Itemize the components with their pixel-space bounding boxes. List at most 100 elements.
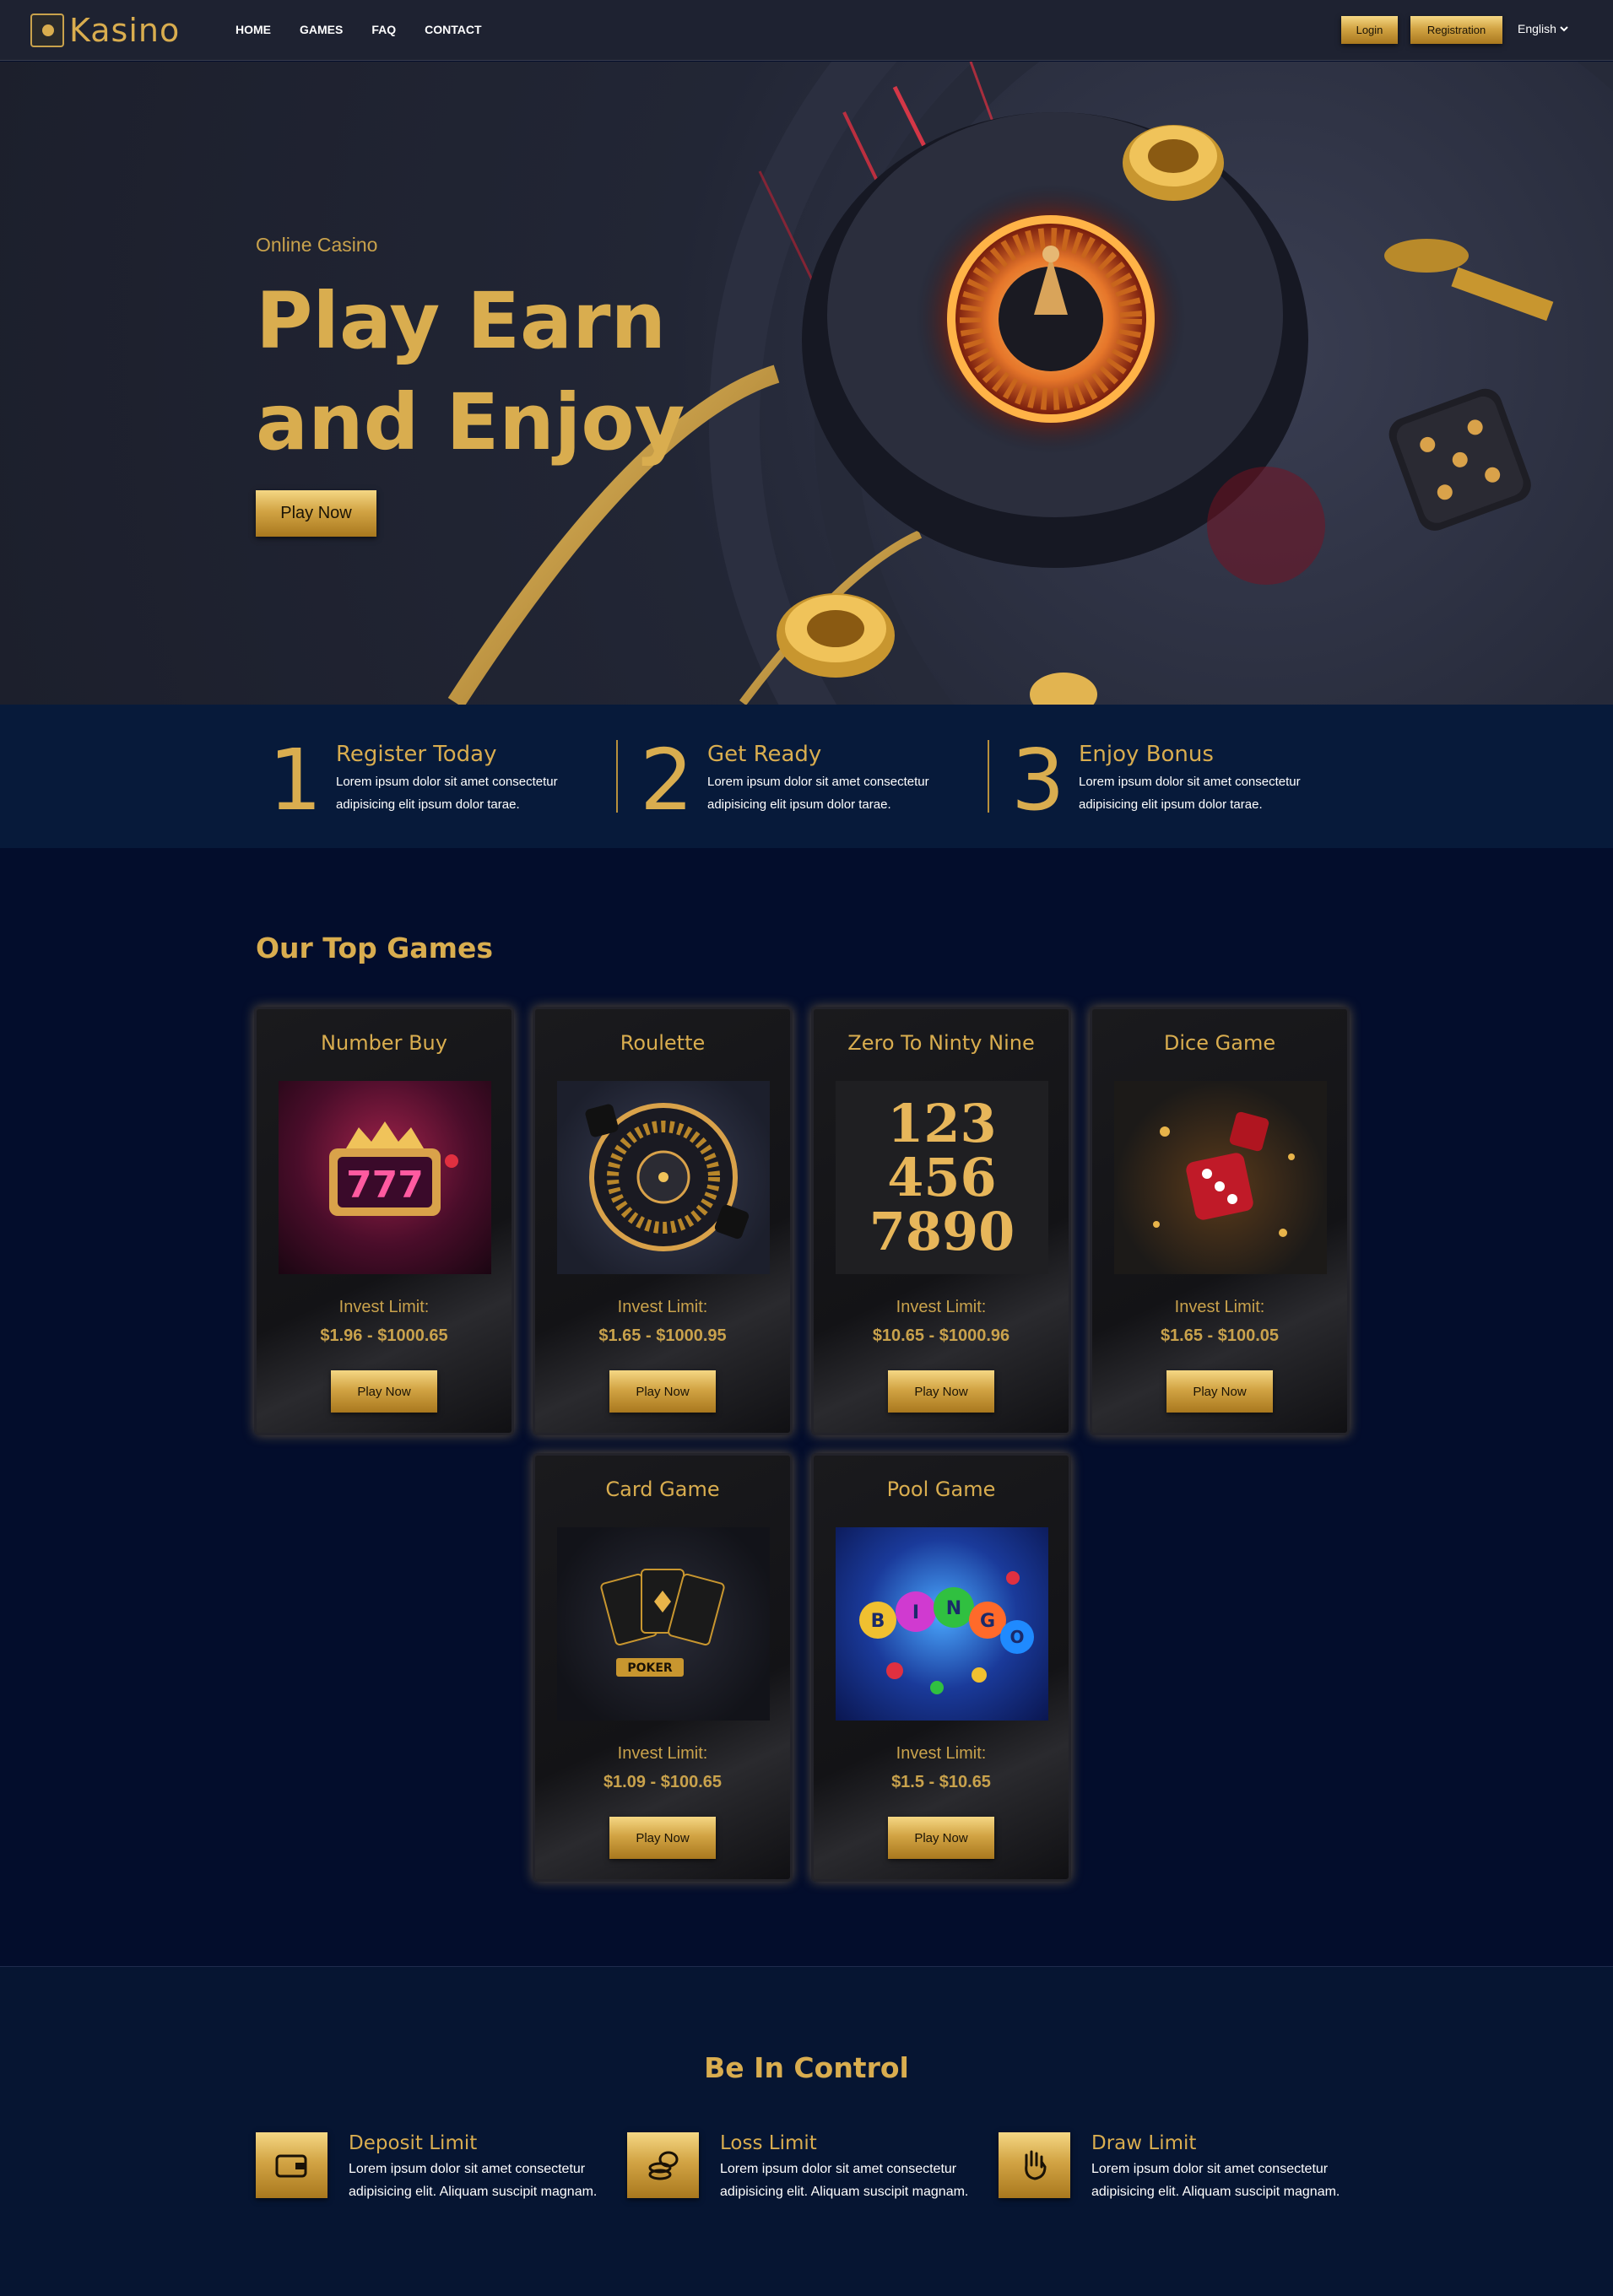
control-title: Draw Limit xyxy=(1091,2132,1197,2154)
game-card-pool-game: Pool Game B I N G O Invest Limit: $1.5 -… xyxy=(811,1453,1071,1882)
invest-label: Invest Limit: xyxy=(338,1298,430,1316)
step-number: 3 xyxy=(1011,731,1065,829)
logo-text: Kasino xyxy=(69,12,181,49)
invest-limit-value: $1.5 - $10.65 xyxy=(891,1773,991,1791)
game-title: Zero To Ninty Nine xyxy=(847,1031,1035,1055)
menu-item-home[interactable]: HOME xyxy=(235,23,271,36)
dice-icon xyxy=(1153,1111,1295,1237)
language-label: English xyxy=(1518,22,1556,35)
play-now-button[interactable]: Play Now xyxy=(888,1370,994,1413)
game-title: Card Game xyxy=(605,1478,720,1501)
invest-label: Invest Limit: xyxy=(896,1744,987,1763)
coins-icon xyxy=(627,2132,699,2198)
step-title: Register Today xyxy=(336,742,497,767)
game-card-card-game: Card Game POKER Invest Limit: $1.09 - $1… xyxy=(533,1453,793,1882)
main-menu: HOME GAMES FAQ CONTACT xyxy=(235,23,482,36)
slot-text: 777 xyxy=(346,1164,424,1207)
step-title: Get Ready xyxy=(707,742,822,767)
hero-subtitle: Online Casino xyxy=(256,234,378,256)
dice-logo-icon xyxy=(30,14,64,47)
be-in-control-section: Be In Control Deposit Limit Lorem ipsum … xyxy=(0,1967,1613,2296)
bingo-balls-icon: B I N G O xyxy=(859,1571,1034,1694)
numbers-row: 456 xyxy=(887,1146,997,1208)
be-in-control-heading: Be In Control xyxy=(704,2051,909,2084)
wallet-icon xyxy=(256,2132,327,2198)
game-card-roulette: Roulette Invest Limit: $1.65 - $1000.95 … xyxy=(533,1007,793,1435)
bingo-letter: G xyxy=(980,1611,995,1632)
numbers-image: 123 456 7890 xyxy=(836,1081,1048,1274)
numbers-row: 7890 xyxy=(869,1200,1015,1262)
slot-machine-image: 777 xyxy=(279,1081,491,1274)
slot-machine-icon: 777 xyxy=(329,1121,458,1216)
invest-label: Invest Limit: xyxy=(1174,1298,1265,1316)
menu-item-contact[interactable]: CONTACT xyxy=(425,23,481,36)
control-item-loss: Loss Limit Lorem ipsum dolor sit amet co… xyxy=(627,2132,999,2203)
bingo-letter: B xyxy=(871,1611,885,1632)
play-now-button[interactable]: Play Now xyxy=(1166,1370,1273,1413)
roulette-illustration xyxy=(447,62,1613,705)
game-card-zero-to-ninty-nine: Zero To Ninty Nine 123 456 7890 Invest L… xyxy=(811,1007,1071,1435)
hero-play-now-button[interactable]: Play Now xyxy=(256,490,376,537)
bingo-image: B I N G O xyxy=(836,1527,1048,1721)
step-number: 2 xyxy=(640,731,694,829)
poker-text: POKER xyxy=(627,1661,673,1675)
invest-limit-value: $10.65 - $1000.96 xyxy=(872,1326,1010,1345)
play-now-button[interactable]: Play Now xyxy=(888,1817,994,1859)
control-title: Deposit Limit xyxy=(349,2132,478,2154)
logo[interactable]: Kasino xyxy=(30,12,180,49)
game-card-dice-game: Dice Game Invest Limit: $1.65 - $100.05 … xyxy=(1090,1007,1350,1435)
step-1: 1 Register Today Lorem ipsum dolor sit a… xyxy=(268,738,589,823)
step-desc: Lorem ipsum dolor sit amet consectetur a… xyxy=(336,775,558,812)
control-desc: Lorem ipsum dolor sit amet consectetur a… xyxy=(1091,2162,1340,2199)
numbers-row: 123 xyxy=(887,1092,997,1154)
invest-limit-value: $1.65 - $100.05 xyxy=(1160,1326,1280,1345)
game-card-number-buy: Number Buy 777 Invest Limit: $1.96 - $10… xyxy=(254,1007,514,1435)
play-now-button[interactable]: Play Now xyxy=(609,1817,716,1859)
step-title: Enjoy Bonus xyxy=(1079,742,1214,767)
steps-section: 1 Register Today Lorem ipsum dolor sit a… xyxy=(0,705,1613,848)
play-now-button[interactable]: Play Now xyxy=(331,1370,437,1413)
login-button[interactable]: Login xyxy=(1341,16,1398,44)
dice-image xyxy=(1114,1081,1327,1274)
game-title: Dice Game xyxy=(1163,1031,1276,1055)
registration-button[interactable]: Registration xyxy=(1410,16,1502,44)
control-desc: Lorem ipsum dolor sit amet consectetur a… xyxy=(349,2162,598,2199)
bingo-letter: N xyxy=(946,1598,961,1619)
control-item-draw: Draw Limit Lorem ipsum dolor sit amet co… xyxy=(999,2132,1370,2203)
play-now-button[interactable]: Play Now xyxy=(609,1370,716,1413)
step-desc: Lorem ipsum dolor sit amet consectetur a… xyxy=(1079,775,1301,812)
poker-cards-icon: POKER xyxy=(600,1569,725,1677)
invest-limit-value: $1.09 - $100.65 xyxy=(603,1773,723,1791)
control-title: Loss Limit xyxy=(720,2132,817,2154)
roulette-image xyxy=(557,1081,770,1274)
bingo-letter: O xyxy=(1009,1627,1024,1647)
poker-image: POKER xyxy=(557,1527,770,1721)
step-3: 3 Enjoy Bonus Lorem ipsum dolor sit amet… xyxy=(1011,738,1332,823)
control-desc: Lorem ipsum dolor sit amet consectetur a… xyxy=(720,2162,969,2199)
language-select[interactable]: English xyxy=(1518,22,1568,35)
invest-label: Invest Limit: xyxy=(896,1298,987,1316)
hero-section: Online Casino Play Earn and Enjoy Play N… xyxy=(0,62,1613,705)
game-title: Pool Game xyxy=(886,1478,996,1501)
hero-title-line1: Play Earn xyxy=(256,276,667,366)
invest-label: Invest Limit: xyxy=(617,1298,708,1316)
step-desc: Lorem ipsum dolor sit amet consectetur a… xyxy=(707,775,929,812)
menu-item-games[interactable]: GAMES xyxy=(300,23,343,36)
invest-limit-value: $1.65 - $1000.95 xyxy=(598,1326,727,1345)
game-title: Number Buy xyxy=(321,1031,447,1055)
hand-icon xyxy=(999,2132,1070,2198)
menu-item-faq[interactable]: FAQ xyxy=(371,23,396,36)
roulette-wheel-icon xyxy=(585,1103,750,1251)
step-number: 1 xyxy=(268,731,322,829)
control-item-deposit: Deposit Limit Lorem ipsum dolor sit amet… xyxy=(256,2132,627,2203)
top-games-heading: Our Top Games xyxy=(256,932,493,964)
hero-title-line2: and Enjoy xyxy=(256,377,685,467)
step-divider xyxy=(616,740,618,813)
chevron-down-icon xyxy=(1560,26,1568,32)
game-title: Roulette xyxy=(620,1031,706,1055)
step-divider xyxy=(988,740,989,813)
invest-limit-value: $1.96 - $1000.65 xyxy=(320,1326,448,1345)
bingo-letter: I xyxy=(912,1602,919,1623)
top-navbar: Kasino HOME GAMES FAQ CONTACT Login Regi… xyxy=(0,0,1613,61)
invest-label: Invest Limit: xyxy=(617,1744,708,1763)
